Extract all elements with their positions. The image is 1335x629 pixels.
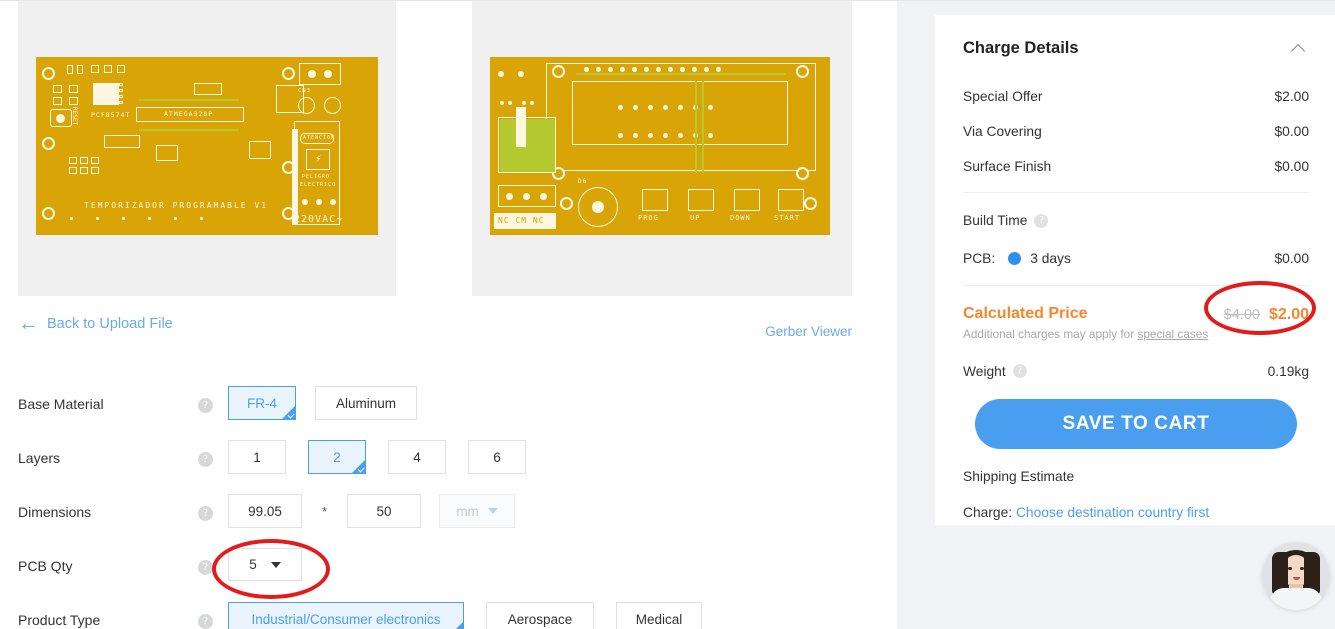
weight-label: Weight: [963, 363, 1006, 379]
option-label-pcb-qty: PCB Qty: [18, 558, 73, 574]
charge-line-via-covering: Via Covering $0.00: [963, 122, 1309, 140]
choice-group-base-material: FR-4 Aluminum: [228, 386, 417, 420]
choice-base-material-aluminum[interactable]: Aluminum: [315, 386, 417, 420]
preview-nav-row: ← Back to Upload File Gerber Viewer: [0, 313, 897, 363]
special-cases-link[interactable]: special cases: [1137, 327, 1208, 341]
calculated-price-values: $4.00 $2.00: [1224, 306, 1309, 324]
weight-value: 0.19kg: [1267, 363, 1309, 379]
charge-line-label: Surface Finish: [963, 158, 1052, 174]
option-row-product-type: Product Type ? Industrial/Consumer elect…: [0, 597, 897, 629]
choice-layers-4[interactable]: 4: [388, 440, 446, 474]
choice-layers-1[interactable]: 1: [228, 440, 286, 474]
calculated-price-block: Calculated Price Additional charges may …: [963, 304, 1309, 341]
choice-product-type-industrial[interactable]: Industrial/Consumer electronics: [228, 602, 464, 629]
divider-above-build-time: [963, 192, 1309, 193]
pcb-preview-row: RESET PCF8574T ATMEGA328P CN3 ATENCION ⚡…: [0, 1, 897, 296]
help-icon-weight[interactable]: ?: [1012, 364, 1027, 378]
charge-line-amount: $0.00: [1274, 123, 1309, 139]
shipping-charge-row: Charge: Choose destination country first: [963, 505, 1209, 520]
main-content-column: RESET PCF8574T ATMEGA328P CN3 ATENCION ⚡…: [0, 1, 897, 629]
choice-group-layers: 1 2 4 6: [228, 440, 526, 474]
charge-line-label: Special Offer: [963, 88, 1043, 104]
charge-details-card: Charge Details Special Offer $2.00 Via C…: [935, 15, 1335, 525]
help-icon-base-material[interactable]: ?: [198, 398, 213, 413]
dimension-width-input[interactable]: [228, 494, 302, 528]
calculated-price-note: Additional charges may apply for special…: [963, 327, 1309, 341]
support-chat-avatar[interactable]: [1262, 542, 1330, 610]
price-original: $4.00: [1223, 307, 1260, 323]
help-icon-build-time[interactable]: ?: [1034, 213, 1049, 228]
option-label-dimensions: Dimensions: [18, 504, 92, 520]
dimension-unit-select[interactable]: mm: [439, 494, 516, 528]
choice-product-type-medical[interactable]: Medical: [616, 602, 702, 629]
option-row-pcb-qty: PCB Qty ? 5: [0, 543, 897, 597]
pcb-qty-select[interactable]: 5: [228, 548, 302, 581]
chevron-down-icon: [487, 508, 498, 514]
weight-row: Weight ? 0.19kg: [963, 362, 1309, 380]
pcb-build-time-label: PCB:: [963, 250, 996, 266]
option-row-dimensions: Dimensions ? * mm: [0, 489, 897, 543]
help-icon-product-type[interactable]: ?: [198, 614, 213, 629]
price-current: $2.00: [1268, 306, 1309, 323]
option-label-layers: Layers: [18, 450, 61, 466]
pcb-build-time-value: 3 days: [1030, 250, 1071, 266]
choose-destination-country-link[interactable]: Choose destination country first: [1016, 505, 1209, 520]
dimensions-group: * mm: [228, 494, 516, 528]
charge-line-amount: $2.00: [1274, 88, 1309, 104]
option-row-base-material: Base Material ? FR-4 Aluminum: [0, 381, 897, 435]
option-label-base-material: Base Material: [18, 396, 104, 412]
radio-selected-icon[interactable]: [1008, 251, 1022, 265]
build-time-row: Build Time ?: [963, 213, 1049, 228]
pcb-top-preview-card[interactable]: RESET PCF8574T ATMEGA328P CN3 ATENCION ⚡…: [18, 1, 396, 296]
pcb-qty-group: 5: [228, 548, 302, 581]
pcb-options-form: Base Material ? FR-4 Aluminum Layers ? 1…: [0, 381, 897, 629]
shipping-charge-label: Charge:: [963, 505, 1013, 520]
charge-details-header: Charge Details: [963, 35, 1309, 61]
save-to-cart-button[interactable]: SAVE TO CART: [975, 399, 1297, 449]
charge-line-special-offer: Special Offer $2.00: [963, 87, 1309, 105]
charge-line-amount: $0.00: [1274, 158, 1309, 174]
divider-above-calculated-price: [963, 285, 1309, 286]
choice-layers-2[interactable]: 2: [308, 440, 366, 474]
pcb-build-time-amount: $0.00: [1274, 250, 1309, 266]
gerber-viewer-link[interactable]: Gerber Viewer: [765, 324, 852, 339]
option-label-product-type: Product Type: [18, 612, 101, 628]
back-to-upload-file-link[interactable]: ← Back to Upload File: [18, 313, 173, 334]
pcb-bottom-preview-card[interactable]: NC CM NC D6 PROG UP DOWN START: [472, 1, 852, 296]
dimension-separator: *: [322, 503, 328, 519]
option-row-layers: Layers ? 1 2 4 6: [0, 435, 897, 489]
charge-line-surface-finish: Surface Finish $0.00: [963, 157, 1309, 175]
help-icon-layers[interactable]: ?: [198, 452, 213, 467]
choice-product-type-aerospace[interactable]: Aerospace: [486, 602, 594, 629]
pcb-bottom-view: NC CM NC D6 PROG UP DOWN START: [490, 57, 830, 235]
choice-group-product-type: Industrial/Consumer electronics Aerospac…: [228, 602, 702, 629]
build-time-label: Build Time: [963, 213, 1028, 228]
pcb-order-configurator-page: RESET PCF8574T ATMEGA328P CN3 ATENCION ⚡…: [0, 0, 1335, 629]
charge-line-label: Via Covering: [963, 123, 1042, 139]
chevron-up-icon[interactable]: [1292, 40, 1309, 57]
avatar-eye-left: [1288, 567, 1292, 570]
choice-layers-6[interactable]: 6: [468, 440, 526, 474]
avatar-body: [1270, 588, 1322, 610]
back-to-upload-file-label: Back to Upload File: [47, 315, 173, 332]
chevron-down-icon: [270, 561, 281, 568]
pcb-qty-value: 5: [249, 557, 257, 572]
pcb-top-view: RESET PCF8574T ATMEGA328P CN3 ATENCION ⚡…: [36, 57, 378, 235]
summary-panel: Charge Details Special Offer $2.00 Via C…: [897, 1, 1335, 629]
dimension-height-input[interactable]: [347, 494, 422, 528]
help-icon-pcb-qty[interactable]: ?: [198, 560, 213, 575]
shipping-estimate-label: Shipping Estimate: [963, 469, 1075, 484]
dimension-unit-value: mm: [456, 503, 479, 519]
choice-base-material-fr4[interactable]: FR-4: [228, 386, 296, 420]
help-icon-dimensions[interactable]: ?: [198, 506, 213, 521]
charge-details-title: Charge Details: [963, 38, 1079, 57]
arrow-left-icon: ←: [18, 312, 39, 335]
calculated-price-note-text: Additional charges may apply for: [963, 327, 1138, 342]
pcb-build-time-option-row: PCB: 3 days $0.00: [963, 249, 1309, 267]
